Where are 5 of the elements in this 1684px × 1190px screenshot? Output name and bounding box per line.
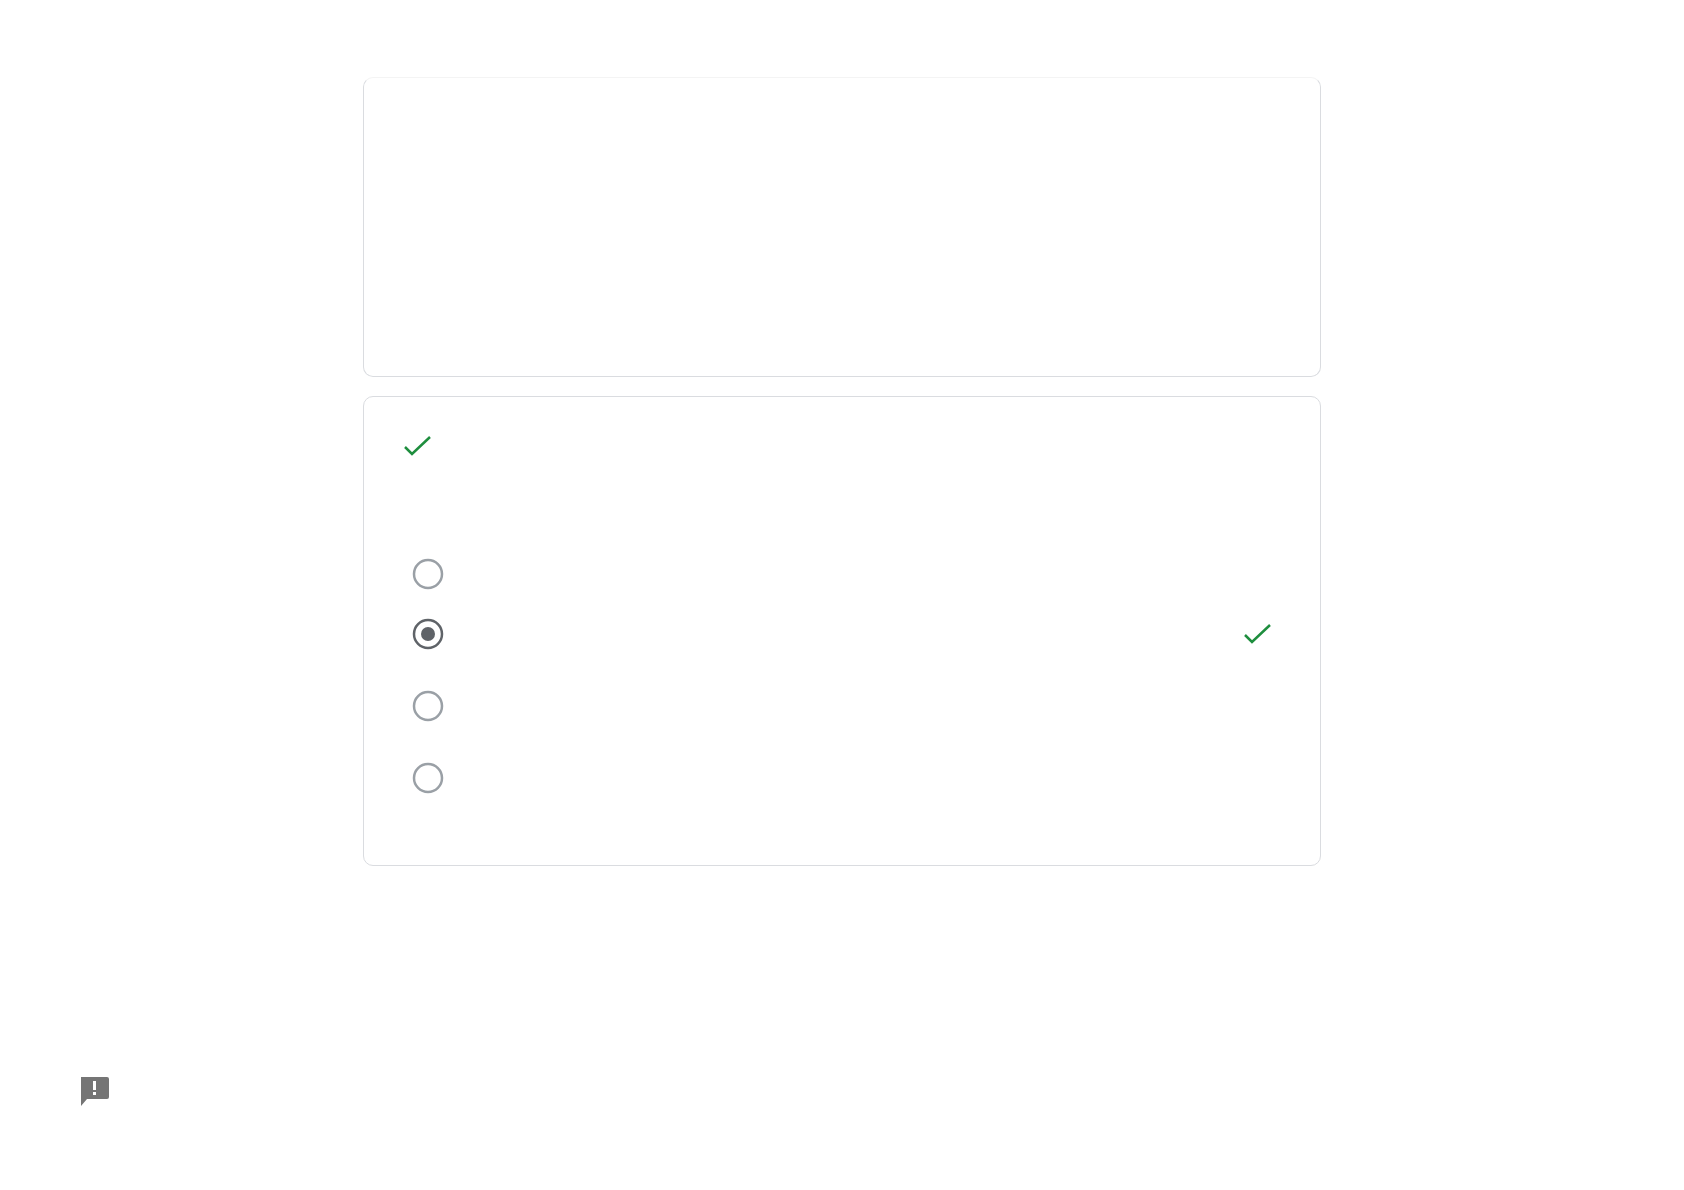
radio-button[interactable] [412,690,444,722]
radio-button[interactable] [412,618,444,650]
radio-button[interactable] [412,762,444,794]
feedback-icon[interactable] [78,1075,110,1107]
radio-button[interactable] [412,558,444,590]
